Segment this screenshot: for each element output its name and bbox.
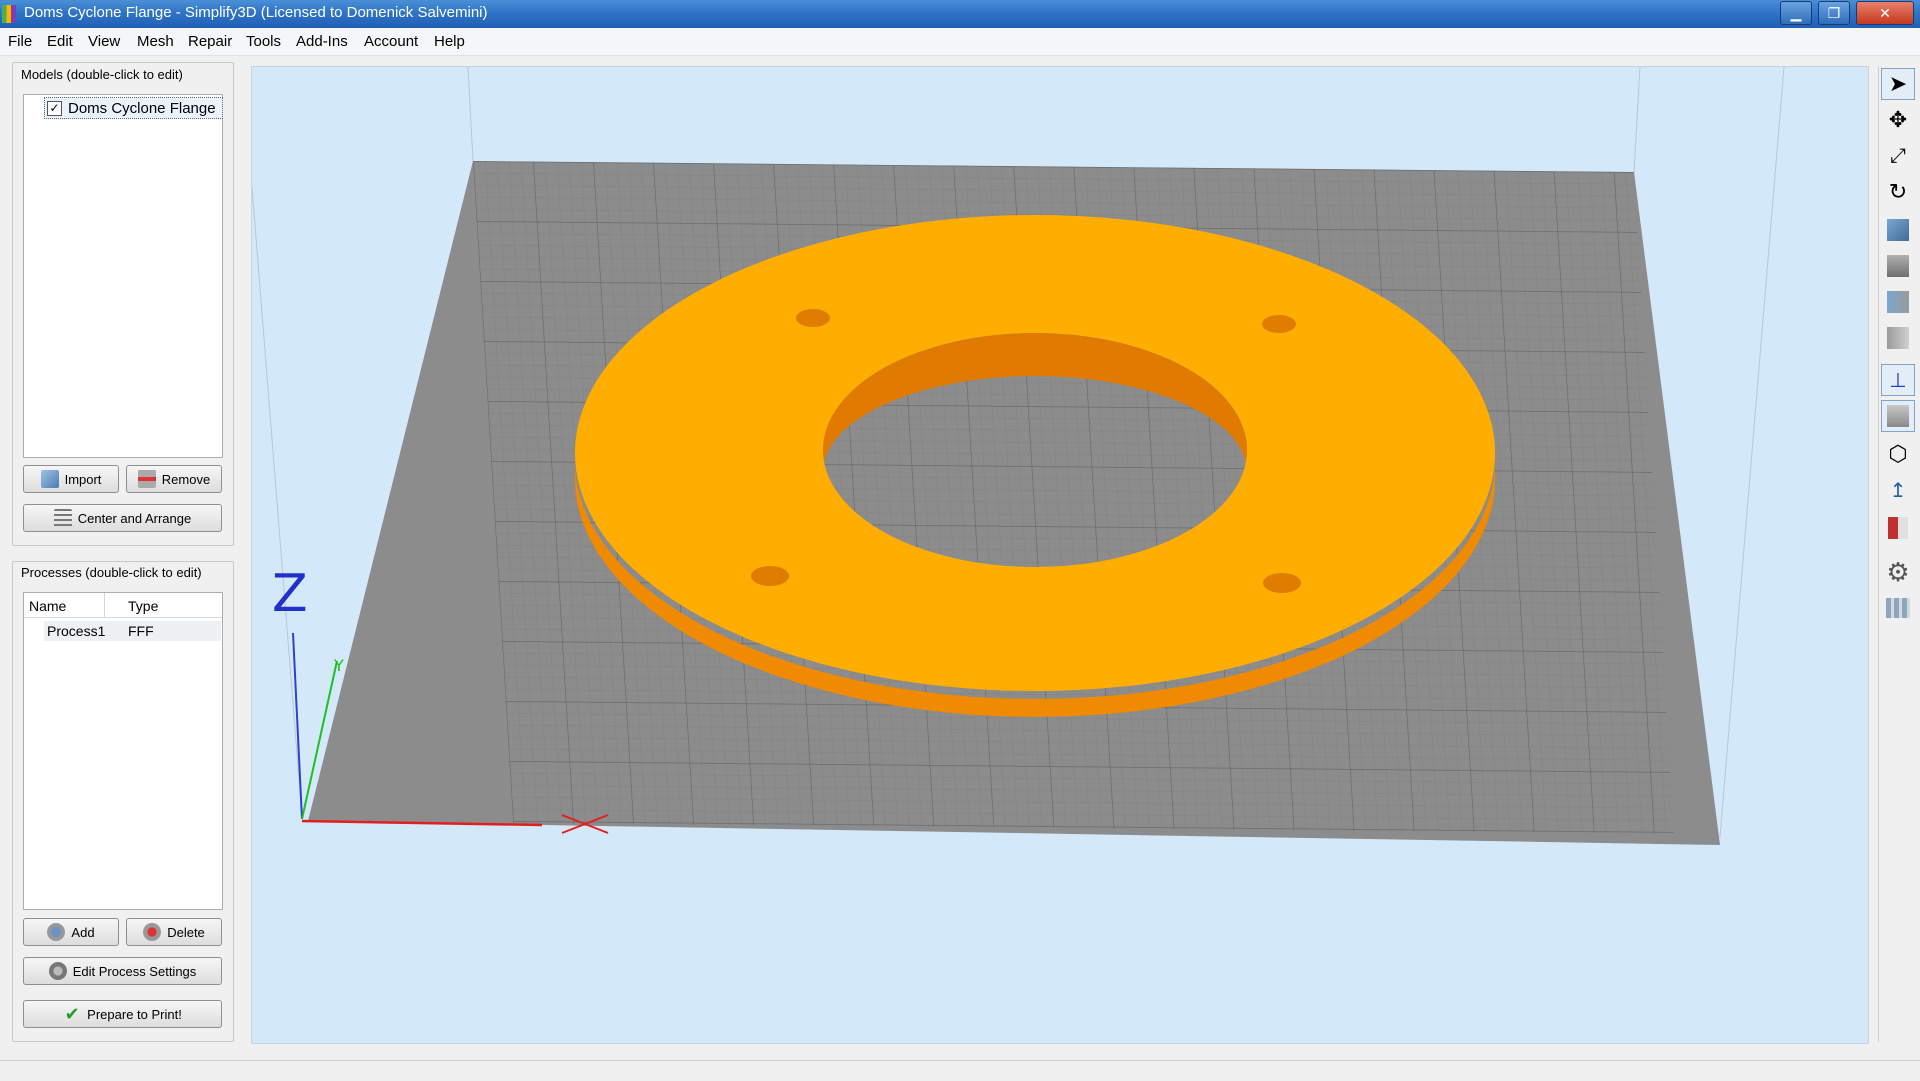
- process-type: FFF: [128, 623, 154, 639]
- build-table-icon: [1886, 598, 1910, 618]
- default-view-icon: [1887, 219, 1909, 241]
- rotate-icon: ↻: [1888, 179, 1908, 204]
- remove-label: Remove: [161, 471, 211, 487]
- bolt-hole: [1263, 573, 1301, 593]
- list-item[interactable]: ✓ Doms Cyclone Flange: [44, 97, 223, 119]
- wireframe-view-toggle[interactable]: ⬡: [1881, 438, 1915, 470]
- move-icon: ✥: [1888, 107, 1908, 132]
- add-icon: [47, 923, 66, 941]
- remove-button[interactable]: Remove: [126, 465, 222, 493]
- bolt-hole: [796, 309, 830, 327]
- build-table-button[interactable]: [1881, 592, 1915, 624]
- edit-process-settings-label: Edit Process Settings: [72, 963, 197, 979]
- rotate-tool[interactable]: ↻: [1881, 176, 1915, 208]
- select-tool[interactable]: ➤: [1881, 68, 1915, 100]
- menu-account[interactable]: Account: [364, 33, 418, 50]
- left-view-icon: [1887, 291, 1909, 313]
- add-process-button[interactable]: Add: [23, 918, 119, 946]
- scene: Z Y: [251, 66, 1785, 845]
- solid-view-toggle[interactable]: [1881, 400, 1915, 432]
- normals-icon: ↥: [1889, 479, 1907, 502]
- process-name: Process1: [47, 623, 106, 639]
- window-title: Doms Cyclone Flange - Simplify3D (Licens…: [24, 4, 488, 21]
- remove-icon: [137, 470, 156, 488]
- wireframe-view-icon: ⬡: [1888, 441, 1908, 466]
- select-icon: ➤: [1888, 71, 1908, 96]
- column-name[interactable]: Name: [29, 598, 66, 614]
- add-label: Add: [71, 924, 95, 940]
- view-toolbar: ➤ ✥ ⤢ ↻ ⊥ ⬡ ↥ ⚙: [1878, 66, 1919, 1042]
- cross-section-icon: [1888, 517, 1908, 539]
- processes-label: Processes (double-click to edit): [21, 565, 202, 580]
- import-icon: [40, 470, 59, 488]
- app-icon: [2, 5, 16, 23]
- models-label: Models (double-click to edit): [21, 67, 183, 82]
- table-header: Name Type: [24, 593, 222, 618]
- scale-tool[interactable]: ⤢: [1881, 140, 1915, 172]
- normals-toggle[interactable]: ↥: [1881, 474, 1915, 506]
- settings-button[interactable]: ⚙: [1881, 556, 1915, 588]
- prepare-to-print-button[interactable]: ✔ Prepare to Print!: [23, 1000, 222, 1028]
- left-view-button[interactable]: [1881, 286, 1915, 318]
- default-view-button[interactable]: [1881, 214, 1915, 246]
- menu-mesh[interactable]: Mesh: [137, 33, 174, 50]
- move-tool[interactable]: ✥: [1881, 104, 1915, 136]
- status-bar: [0, 1060, 1920, 1081]
- gears-icon: [48, 962, 67, 980]
- scale-icon: ⤢: [1890, 144, 1906, 167]
- menu-repair[interactable]: Repair: [188, 33, 232, 50]
- close-button[interactable]: ✕: [1856, 1, 1914, 25]
- show-axes-icon: ⊥: [1889, 369, 1907, 392]
- cross-section-button[interactable]: [1881, 512, 1915, 544]
- menu-add-ins[interactable]: Add-Ins: [296, 33, 348, 50]
- processes-table[interactable]: Name Type Process1 FFF: [23, 592, 223, 910]
- model-checkbox[interactable]: ✓: [47, 100, 62, 116]
- menu-edit[interactable]: Edit: [47, 33, 73, 50]
- 3d-viewport[interactable]: Z Y: [251, 66, 1869, 1044]
- import-button[interactable]: Import: [23, 465, 119, 493]
- right-view-icon: [1887, 327, 1909, 349]
- show-axes-toggle[interactable]: ⊥: [1881, 364, 1915, 396]
- import-label: Import: [64, 471, 102, 487]
- front-view-icon: [1887, 255, 1909, 277]
- edit-process-settings-button[interactable]: Edit Process Settings: [23, 957, 222, 985]
- front-view-button[interactable]: [1881, 250, 1915, 282]
- minimize-button[interactable]: ▁: [1780, 1, 1812, 25]
- y-axis-label: Y: [333, 656, 344, 675]
- delete-label: Delete: [167, 924, 205, 940]
- checkmark-icon: ✔: [64, 1004, 80, 1024]
- delete-process-button[interactable]: Delete: [126, 918, 222, 946]
- delete-icon: [143, 923, 162, 941]
- menu-tools[interactable]: Tools: [246, 33, 281, 50]
- center-and-arrange-button[interactable]: Center and Arrange: [23, 504, 222, 532]
- bolt-hole: [751, 566, 789, 586]
- solid-view-icon: [1887, 405, 1909, 427]
- bolt-hole: [1262, 315, 1296, 333]
- title-bar: Doms Cyclone Flange - Simplify3D (Licens…: [0, 0, 1920, 28]
- z-axis-label: Z: [272, 564, 308, 624]
- right-view-button[interactable]: [1881, 322, 1915, 354]
- center-and-arrange-label: Center and Arrange: [77, 510, 192, 526]
- models-list[interactable]: ✓ Doms Cyclone Flange: [23, 94, 223, 458]
- menu-view[interactable]: View: [88, 33, 120, 50]
- table-row[interactable]: Process1 FFF: [44, 621, 221, 641]
- menu-file[interactable]: File: [8, 33, 32, 50]
- model-name: Doms Cyclone Flange: [68, 99, 216, 117]
- arrange-icon: [53, 509, 72, 527]
- settings-icon: ⚙: [1886, 556, 1910, 587]
- column-type[interactable]: Type: [128, 598, 158, 614]
- maximize-button[interactable]: ❐: [1818, 1, 1850, 25]
- prepare-to-print-label: Prepare to Print!: [87, 1006, 182, 1022]
- menu-help[interactable]: Help: [434, 33, 465, 50]
- menu-bar: File Edit View Mesh Repair Tools Add-Ins…: [0, 28, 1920, 56]
